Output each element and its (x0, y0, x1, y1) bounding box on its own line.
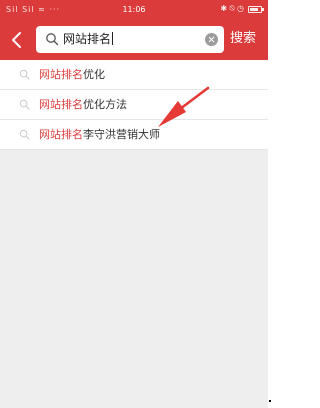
search-input[interactable]: 网站排名 (36, 26, 224, 53)
suggestion-rest: 李守洪营销大师 (83, 128, 160, 141)
suggestion-item[interactable]: 网站排名优化 (0, 60, 268, 90)
search-button[interactable]: 搜索 (230, 31, 256, 47)
back-button[interactable] (6, 26, 30, 54)
search-icon (19, 99, 30, 110)
corner-dot (269, 400, 271, 402)
status-bar: Sil Sil ≈ ··· 11:06 ✱ ⍉ ◷ (0, 0, 268, 20)
clear-icon[interactable] (205, 33, 218, 46)
chevron-left-icon (12, 32, 21, 48)
phone-screen: Sil Sil ≈ ··· 11:06 ✱ ⍉ ◷ 网站排名 搜索 网站排名优化… (0, 0, 268, 408)
empty-content-area (0, 151, 268, 408)
search-query-text: 网站排名 (63, 32, 112, 46)
suggestion-list: 网站排名优化 网站排名优化方法 网站排名李守洪营销大师 (0, 60, 268, 150)
search-icon (19, 69, 30, 80)
status-icons: ✱ ⍉ ◷ (220, 4, 264, 14)
search-icon (19, 129, 30, 140)
battery-icon (248, 5, 264, 13)
suggestion-text: 网站排名李守洪营销大师 (39, 127, 160, 142)
suggestion-text: 网站排名优化方法 (39, 97, 127, 112)
suggestion-rest: 优化 (83, 68, 105, 81)
suggestion-highlight: 网站排名 (39, 68, 83, 81)
suggestion-item[interactable]: 网站排名李守洪营销大师 (0, 120, 268, 150)
suggestion-rest: 优化方法 (83, 98, 127, 111)
search-toolbar: 网站排名 搜索 (0, 20, 268, 60)
suggestion-text: 网站排名优化 (39, 67, 105, 82)
suggestion-highlight: 网站排名 (39, 98, 83, 111)
suggestion-item[interactable]: 网站排名优化方法 (0, 90, 268, 120)
suggestion-highlight: 网站排名 (39, 128, 83, 141)
status-icon-glyphs: ✱ ⍉ ◷ (220, 4, 244, 13)
search-icon (46, 33, 59, 46)
